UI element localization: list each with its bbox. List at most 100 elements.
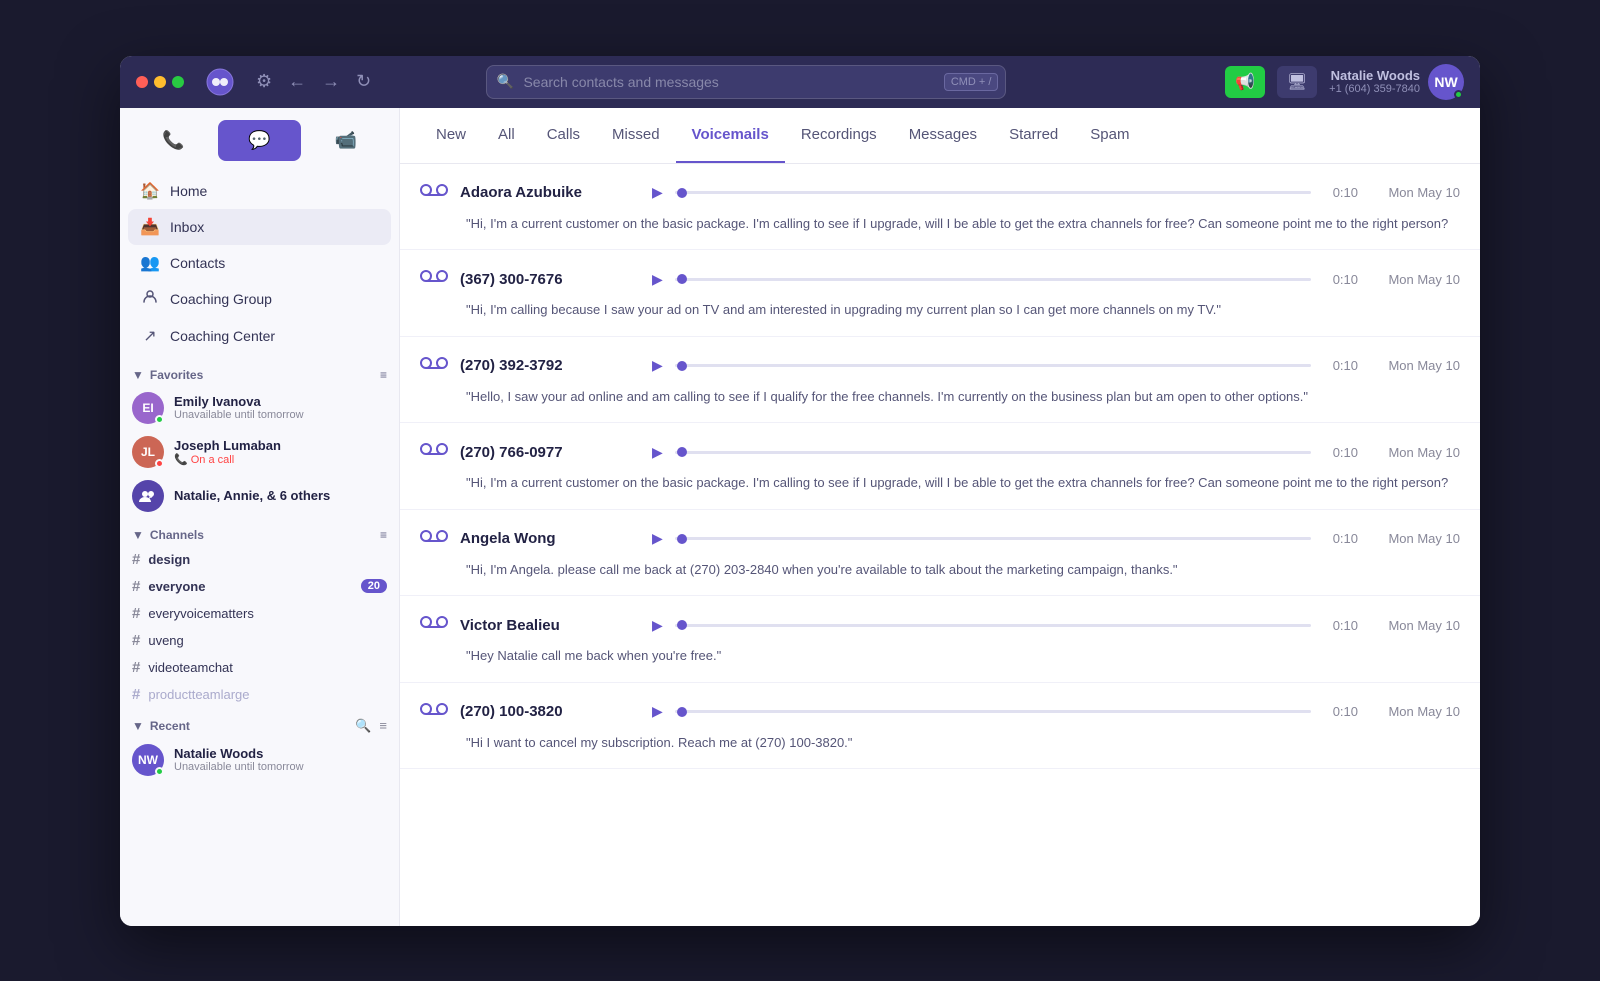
refresh-icon[interactable]: ↻ — [356, 71, 371, 92]
minimize-button[interactable] — [154, 76, 166, 88]
natalie-recent-avatar: NW — [132, 744, 164, 776]
recent-header-left[interactable]: ▼ Recent — [132, 719, 190, 733]
recent-natalie[interactable]: NW Natalie Woods Unavailable until tomor… — [120, 738, 399, 782]
voicemail-progress-3 — [675, 364, 1311, 367]
titlebar: ⚙ ← → ↻ 🔍 CMD + / 📢 🖥 Natalie Woods +1 (… — [120, 56, 1480, 108]
voicemail-duration-6: 0:10 — [1323, 618, 1358, 633]
favorites-menu-icon[interactable]: ≡ — [380, 368, 387, 382]
group-info: Natalie, Annie, & 6 others — [174, 488, 330, 503]
voicemail-progress-dot-2 — [677, 274, 687, 284]
voicemail-play-4[interactable]: ▶ — [652, 444, 663, 461]
channel-everyone[interactable]: # everyone 20 — [120, 573, 399, 600]
voicemail-date-1: Mon May 10 — [1370, 185, 1460, 200]
voicemail-transcript-4: "Hi, I'm a current customer on the basic… — [420, 473, 1460, 493]
tab-new[interactable]: New — [420, 108, 482, 163]
tab-spam[interactable]: Spam — [1074, 108, 1145, 163]
voicemail-name-7: (270) 100-3820 — [460, 703, 640, 720]
voicemail-item-7[interactable]: (270) 100-3820 ▶ 0:10 Mon May 10 "Hi I w… — [400, 683, 1480, 770]
voicemail-progress-1 — [675, 191, 1311, 194]
sidebar-item-home[interactable]: 🏠 Home — [128, 173, 391, 209]
tab-voicemails[interactable]: Voicemails — [676, 108, 785, 163]
voicemail-item-1[interactable]: Adaora Azubuike ▶ 0:10 Mon May 10 "Hi, I… — [400, 164, 1480, 251]
app-logo — [204, 66, 236, 98]
search-bar: 🔍 CMD + / — [486, 65, 1006, 99]
channel-videoteamchat[interactable]: # videoteamchat — [120, 654, 399, 681]
channel-design-label: design — [148, 552, 190, 567]
search-input[interactable] — [486, 65, 1006, 99]
tab-calls[interactable]: Calls — [531, 108, 596, 163]
favorite-emily[interactable]: EI Emily Ivanova Unavailable until tomor… — [120, 386, 399, 430]
voicemail-item-2[interactable]: (367) 300-7676 ▶ 0:10 Mon May 10 "Hi, I'… — [400, 250, 1480, 337]
emily-initials: EI — [142, 401, 153, 415]
emily-avatar: EI — [132, 392, 164, 424]
announce-button[interactable]: 📢 — [1225, 66, 1265, 98]
sidebar-tabs: 📞 💬 📹 — [120, 108, 399, 169]
back-icon[interactable]: ← — [288, 71, 306, 92]
recent-search-icon[interactable]: 🔍 — [355, 718, 371, 734]
forward-icon[interactable]: → — [322, 71, 340, 92]
hash-icon-4: # — [132, 632, 140, 649]
search-shortcut: CMD + / — [944, 73, 999, 91]
nav-buttons: ⚙ ← → ↻ — [256, 71, 371, 92]
hash-icon-5: # — [132, 659, 140, 676]
tab-all[interactable]: All — [482, 108, 531, 163]
main-content: 📞 💬 📹 🏠 Home 📥 Inbox 👥 Contacts — [120, 108, 1480, 926]
maximize-button[interactable] — [172, 76, 184, 88]
voicemail-play-2[interactable]: ▶ — [652, 271, 663, 288]
recent-list: NW Natalie Woods Unavailable until tomor… — [120, 738, 399, 782]
inbox-icon-button[interactable]: 🖥 — [1277, 66, 1317, 98]
channel-design[interactable]: # design — [120, 546, 399, 573]
voicemail-play-1[interactable]: ▶ — [652, 184, 663, 201]
recent-header-icons: 🔍 ≡ — [355, 718, 387, 734]
sidebar-tab-chat[interactable]: 💬 — [218, 120, 300, 161]
natalie-recent-initials: NW — [138, 753, 158, 767]
search-icon: 🔍 — [496, 73, 513, 90]
tab-recordings[interactable]: Recordings — [785, 108, 893, 163]
voicemail-play-7[interactable]: ▶ — [652, 703, 663, 720]
channel-uveng[interactable]: # uveng — [120, 627, 399, 654]
natalie-recent-name: Natalie Woods — [174, 746, 304, 761]
voicemail-play-6[interactable]: ▶ — [652, 617, 663, 634]
voicemail-date-4: Mon May 10 — [1370, 445, 1460, 460]
online-indicator — [1454, 90, 1463, 99]
voicemail-item-4[interactable]: (270) 766-0977 ▶ 0:10 Mon May 10 "Hi, I'… — [400, 423, 1480, 510]
sidebar-item-coaching-group[interactable]: Coaching Group — [128, 281, 391, 318]
channel-productteamlarge[interactable]: # productteamlarge — [120, 681, 399, 708]
voicemail-transcript-1: "Hi, I'm a current customer on the basic… — [420, 214, 1460, 234]
tab-messages[interactable]: Messages — [893, 108, 993, 163]
channel-everyvoicematters[interactable]: # everyvoicematters — [120, 600, 399, 627]
voicemail-item-6[interactable]: Victor Bealieu ▶ 0:10 Mon May 10 "Hey Na… — [400, 596, 1480, 683]
tab-missed[interactable]: Missed — [596, 108, 676, 163]
voicemail-play-5[interactable]: ▶ — [652, 530, 663, 547]
voicemail-transcript-2: "Hi, I'm calling because I saw your ad o… — [420, 300, 1460, 320]
favorite-joseph[interactable]: JL Joseph Lumaban 📞 On a call — [120, 430, 399, 474]
hash-icon: # — [132, 551, 140, 568]
coaching-group-icon — [140, 289, 160, 310]
voicemail-item-3[interactable]: (270) 392-3792 ▶ 0:10 Mon May 10 "Hello,… — [400, 337, 1480, 424]
favorites-header[interactable]: ▼ Favorites ≡ — [120, 358, 399, 386]
natalie-recent-info: Natalie Woods Unavailable until tomorrow — [174, 746, 304, 773]
voicemail-date-6: Mon May 10 — [1370, 618, 1460, 633]
favorites-list: EI Emily Ivanova Unavailable until tomor… — [120, 386, 399, 518]
voicemail-play-3[interactable]: ▶ — [652, 357, 663, 374]
favorite-group[interactable]: Natalie, Annie, & 6 others — [120, 474, 399, 518]
sidebar-item-contacts[interactable]: 👥 Contacts — [128, 245, 391, 281]
sidebar-item-inbox[interactable]: 📥 Inbox — [128, 209, 391, 245]
sidebar-tab-phone[interactable]: 📞 — [132, 120, 214, 161]
close-button[interactable] — [136, 76, 148, 88]
sidebar-tab-video[interactable]: 📹 — [305, 120, 387, 161]
settings-icon[interactable]: ⚙ — [256, 71, 272, 92]
sidebar-item-coaching-center[interactable]: ↗ Coaching Center — [128, 318, 391, 354]
voicemail-progress-dot-7 — [677, 707, 687, 717]
channels-menu-icon[interactable]: ≡ — [380, 528, 387, 542]
avatar[interactable]: NW — [1428, 64, 1464, 100]
recent-menu-icon[interactable]: ≡ — [379, 718, 387, 734]
tab-starred[interactable]: Starred — [993, 108, 1074, 163]
voicemail-row-4: (270) 766-0977 ▶ 0:10 Mon May 10 — [420, 439, 1460, 465]
channel-everyvoicematters-label: everyvoicematters — [148, 606, 253, 621]
hash-icon-2: # — [132, 578, 140, 595]
voicemail-duration-2: 0:10 — [1323, 272, 1358, 287]
channels-header[interactable]: ▼ Channels ≡ — [120, 518, 399, 546]
voicemail-item-5[interactable]: Angela Wong ▶ 0:10 Mon May 10 "Hi, I'm A… — [400, 510, 1480, 597]
channel-uveng-label: uveng — [148, 633, 183, 648]
